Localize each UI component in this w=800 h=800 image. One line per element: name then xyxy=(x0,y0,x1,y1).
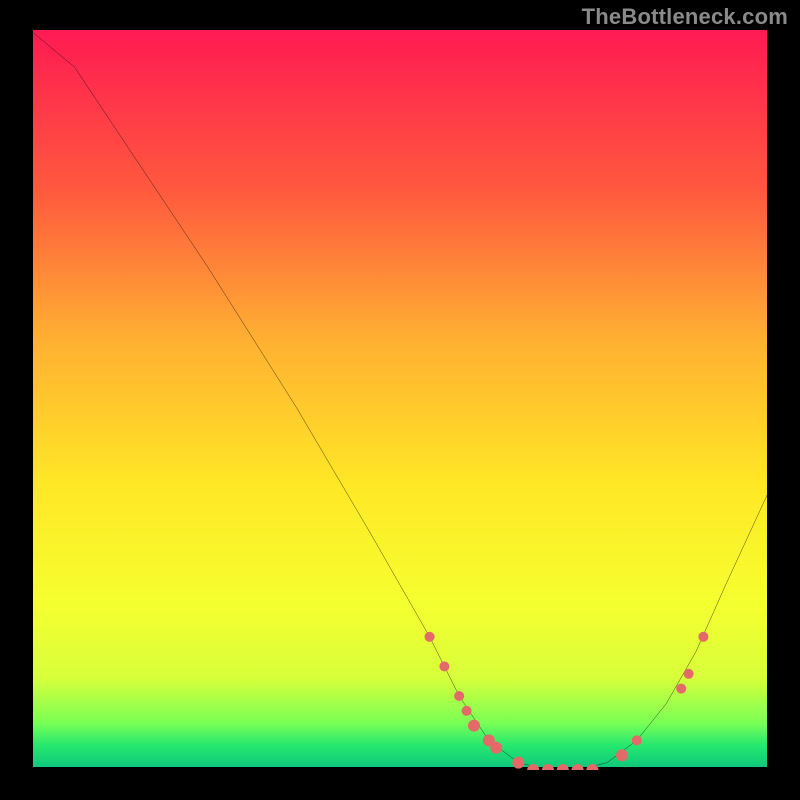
watermark-text: TheBottleneck.com xyxy=(582,4,788,30)
chart-stage: TheBottleneck.com xyxy=(0,0,800,800)
chart-background-gradient xyxy=(30,30,770,770)
